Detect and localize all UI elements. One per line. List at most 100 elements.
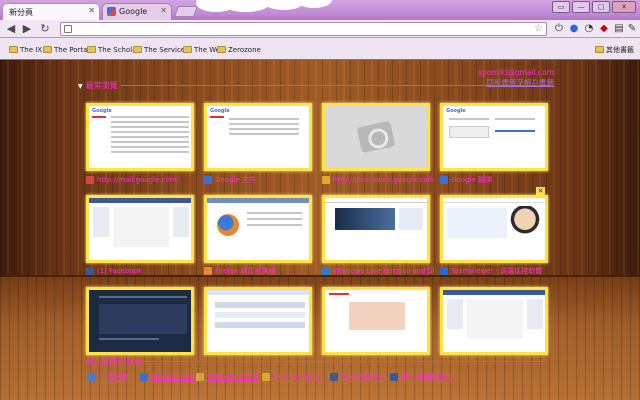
maximize-button[interactable]: ▢ bbox=[592, 1, 610, 13]
account-info: spomikl@gmail.com 同步書籤至帳戶書籤 bbox=[478, 68, 554, 88]
closed-tab-item[interactable]: 好人的自尊心 bbox=[330, 372, 386, 383]
browser-window: 新分頁 ✕ Google ✕ ▭ — ▢ ✕ ◀ ▶ ↻ ☆ ⏻ ● ◔ ◆ ▤… bbox=[0, 0, 640, 400]
closed-label: window_contr bbox=[207, 372, 259, 381]
thumbnail-firefox[interactable] bbox=[204, 195, 312, 263]
close-tab-icon[interactable]: ✕ bbox=[160, 6, 167, 15]
google-favicon-icon bbox=[107, 7, 116, 16]
closed-tab-item[interactable]: Stratos Rodde bbox=[140, 372, 204, 381]
thumbnail-facebook[interactable] bbox=[86, 195, 194, 263]
thumbnail-facebook-2[interactable] bbox=[440, 287, 548, 355]
heading-label: 最近關閉的分頁 bbox=[86, 357, 142, 366]
thumbnail-title[interactable]: (1) Facebook bbox=[86, 266, 198, 276]
window-controls: ▭ — ▢ ✕ bbox=[552, 1, 636, 14]
extension-icon[interactable]: ● bbox=[568, 23, 580, 35]
title-text: Google 文件 bbox=[215, 176, 256, 184]
thumbnail-google-docs[interactable]: Google bbox=[204, 103, 312, 171]
firefox-icon bbox=[204, 267, 212, 275]
bookmark-folder[interactable]: Zerozone bbox=[216, 44, 261, 56]
thumbnail-dark-site[interactable] bbox=[86, 287, 194, 355]
bookmark-folder[interactable]: The Portal bbox=[42, 44, 89, 56]
closed-label: 好人的自尊心 bbox=[341, 373, 386, 382]
toolbar: ◀ ▶ ↻ ☆ ⏻ ● ◔ ◆ ▤ ✎ bbox=[0, 20, 640, 38]
closed-tab-item[interactable]: window_contr bbox=[196, 372, 259, 381]
title-text: Windows Live Hotmail and Skydrive bbox=[333, 267, 434, 275]
thumbnail-title[interactable]: TeamViewer - 遠端遙控軟體 bbox=[440, 266, 552, 276]
thumbnail-title[interactable]: Google 文件 bbox=[204, 175, 316, 185]
account-email: spomikl@gmail.com bbox=[478, 68, 554, 77]
tab-google[interactable]: Google ✕ bbox=[102, 3, 172, 20]
bookmark-label: Zerozone bbox=[228, 46, 261, 54]
translate-icon bbox=[440, 176, 448, 184]
thumbnail-google-translate[interactable]: Google bbox=[440, 103, 548, 171]
restore-icon[interactable]: ▭ bbox=[552, 1, 570, 13]
bookmark-folder[interactable]: The Services bbox=[132, 44, 189, 56]
extension-2-icon[interactable]: ◔ bbox=[583, 23, 595, 35]
most-visited-heading[interactable]: ▼ 最常瀏覽 bbox=[78, 80, 118, 91]
picasa-icon bbox=[322, 176, 330, 184]
forward-button[interactable]: ▶ bbox=[20, 22, 34, 36]
window-icon bbox=[88, 373, 96, 381]
minimize-button[interactable]: — bbox=[572, 1, 590, 13]
sync-link[interactable]: 同步書籤至帳戶書籤 bbox=[478, 78, 555, 88]
camera-icon bbox=[356, 120, 396, 154]
title-text: TeamViewer - 遠端遙控軟體 bbox=[451, 267, 543, 275]
bookmark-label: The IX bbox=[20, 46, 43, 54]
bookmarks-bar: The IX The Portal The Scholar The Servic… bbox=[0, 38, 640, 60]
thumbnail-teamviewer[interactable]: ✕ bbox=[440, 187, 548, 263]
thumbnail-picasa[interactable] bbox=[322, 103, 430, 171]
thumbnail-title[interactable]: http://picasaweb.google.com/ bbox=[322, 175, 434, 185]
recently-closed-heading: 最近關閉的分頁 bbox=[86, 356, 142, 367]
closed-label: 1 個分頁 bbox=[99, 373, 129, 382]
new-tab-page: ▼ 最常瀏覽 spomikl@gmail.com 同步書籤至帳戶書籤 Google… bbox=[0, 60, 640, 400]
firefox-logo-icon bbox=[217, 214, 239, 236]
thumbnail-forum[interactable] bbox=[204, 287, 312, 355]
thumbnail-title[interactable]: Google 翻譯 bbox=[440, 175, 552, 185]
heading-label: 最常瀏覽 bbox=[85, 81, 118, 90]
back-button[interactable]: ◀ bbox=[4, 22, 18, 36]
person-image bbox=[509, 206, 541, 250]
tab-strip: 新分頁 ✕ Google ✕ ▭ — ▢ ✕ bbox=[0, 0, 640, 20]
closed-tab-item[interactable]: 1 個分頁 bbox=[88, 372, 129, 383]
thumbnail-shopping[interactable] bbox=[322, 287, 430, 355]
teamviewer-icon bbox=[440, 267, 448, 275]
reload-button[interactable]: ↻ bbox=[38, 22, 52, 36]
tab-label: Google bbox=[119, 7, 148, 16]
folder-icon bbox=[43, 46, 52, 53]
closed-tab-item[interactable]: Chrome 線上 bbox=[262, 372, 320, 383]
folder-icon bbox=[133, 46, 142, 53]
address-input[interactable] bbox=[75, 24, 525, 35]
close-window-button[interactable]: ✕ bbox=[612, 1, 636, 13]
bookmark-label: The Portal bbox=[54, 46, 90, 54]
wrench-icon[interactable]: ✎ bbox=[626, 23, 638, 35]
page-menu-icon[interactable]: ▤ bbox=[613, 23, 625, 35]
thumbnail-gmail[interactable]: Google bbox=[86, 103, 194, 171]
folder-icon bbox=[217, 46, 226, 53]
divider bbox=[142, 361, 547, 362]
bookmark-star-icon[interactable]: ☆ bbox=[534, 23, 543, 34]
thumbnail-title[interactable]: http://mail.google.com/ bbox=[86, 175, 198, 185]
other-bookmarks[interactable]: 其他書籤 bbox=[594, 44, 634, 56]
gmail-icon bbox=[86, 176, 94, 184]
page-icon bbox=[64, 25, 72, 33]
facebook-icon bbox=[390, 373, 398, 381]
close-icon[interactable]: ✕ bbox=[536, 187, 545, 196]
closed-label: Chrome 線上 bbox=[273, 373, 320, 382]
closed-label: 黑人輔輔班玩文 bbox=[401, 373, 454, 382]
tab-label: 新分頁 bbox=[9, 8, 33, 17]
thumbnail-title[interactable]: Windows Live Hotmail and Skydrive bbox=[322, 266, 434, 276]
facebook-icon bbox=[86, 267, 94, 275]
bookmark-label: 其他書籤 bbox=[606, 46, 634, 54]
folder-icon bbox=[595, 46, 604, 53]
omnibox[interactable]: ☆ bbox=[60, 22, 547, 36]
thumbnail-hotmail[interactable] bbox=[322, 195, 430, 263]
bookmark-folder[interactable]: The IX bbox=[8, 44, 42, 56]
folder-icon bbox=[183, 46, 192, 53]
tab-new-tab[interactable]: 新分頁 ✕ bbox=[2, 3, 100, 20]
power-icon[interactable]: ⏻ bbox=[553, 23, 565, 35]
extension-3-icon[interactable]: ◆ bbox=[598, 23, 610, 35]
closed-tab-item[interactable]: 黑人輔輔班玩文 bbox=[390, 372, 454, 383]
collapse-triangle-icon: ▼ bbox=[78, 83, 83, 90]
thumbnail-title[interactable]: Firefox 網頁瀏覽器 bbox=[204, 266, 316, 276]
close-tab-icon[interactable]: ✕ bbox=[88, 6, 95, 15]
folder-icon bbox=[196, 373, 204, 381]
